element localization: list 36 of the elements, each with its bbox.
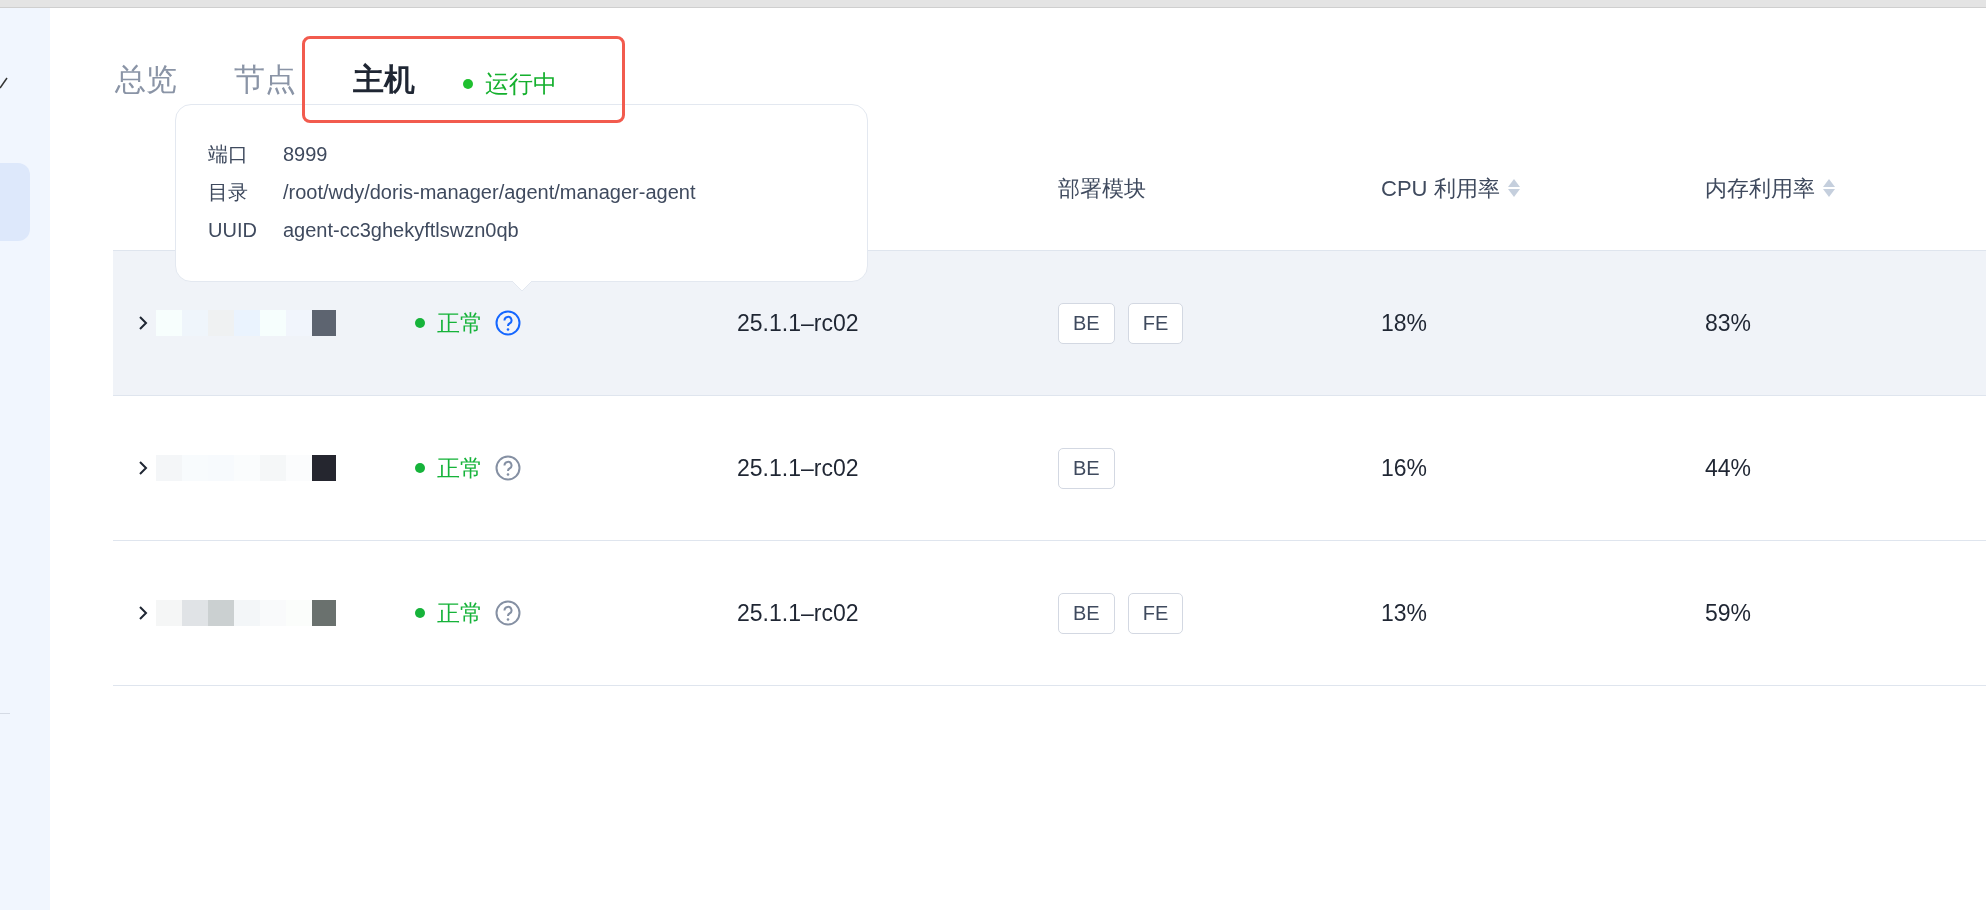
chevron-icon[interactable] [138,315,148,331]
memory-usage-text: 59% [1704,598,1753,628]
tooltip-label: UUID [208,218,258,243]
tooltip-value: 8999 [283,142,328,167]
tooltip-label: 目录 [208,180,249,205]
module-tag: BE [1058,592,1115,634]
help-icon[interactable] [495,310,521,336]
memory-usage-text: 83% [1704,308,1753,338]
table-row[interactable]: 正常 25.1.1–rc02 BE FE 18% 83% [113,251,1986,396]
version-text: 25.1.1–rc02 [736,453,860,483]
module-tag: BE [1058,302,1115,344]
help-icon[interactable] [495,455,521,481]
tab[interactable]: 主机 [353,64,415,95]
tooltip-value: /root/wdy/doris-manager/agent/manager-agent [283,180,696,205]
module-tag: FE [1127,302,1184,344]
module-tag: BE [1058,447,1115,489]
chevron-icon[interactable] [138,460,148,476]
chevron-icon[interactable] [138,605,148,621]
memory-usage-text: 44% [1704,453,1753,483]
version-text: 25.1.1–rc02 [736,308,860,338]
column-header: 部署模块 [1058,174,1146,203]
tooltip-label: 端口 [208,142,249,167]
status-text: 正常 [437,308,483,338]
tooltip-value: agent-cc3ghekyftlswzn0qb [283,218,519,243]
cpu-usage-text: 13% [1380,598,1429,628]
module-tag: FE [1127,592,1184,634]
cpu-usage-text: 16% [1380,453,1429,483]
column-header: 内存利用率 [1705,174,1815,203]
cpu-usage-text: 18% [1380,308,1429,338]
column-header: CPU 利用率 [1381,174,1500,203]
check-icon [0,76,8,90]
status-text: 运行中 [485,69,557,99]
status-text: 正常 [437,598,483,628]
version-text: 25.1.1–rc02 [736,598,860,628]
status-text: 正常 [437,453,483,483]
help-icon[interactable] [495,600,521,626]
